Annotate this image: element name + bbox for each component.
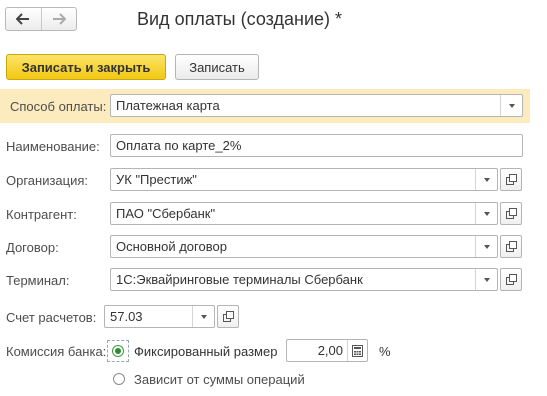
fee-value-field[interactable]: 2,00 [286, 339, 368, 362]
radio-fixed-amount[interactable] [112, 345, 124, 357]
fee-unit: % [379, 344, 391, 359]
open-counterparty-button[interactable] [500, 202, 522, 225]
save-button[interactable]: Записать [175, 54, 259, 80]
organization-value: УК "Престиж" [116, 172, 197, 187]
chevron-down-icon [483, 277, 490, 282]
dropdown-button[interactable] [500, 95, 522, 116]
account-value: 57.03 [110, 309, 143, 324]
chevron-down-icon [508, 103, 515, 108]
open-terminal-button[interactable] [500, 268, 522, 291]
dropdown-button[interactable] [192, 306, 214, 327]
radio-depends-on-amount-label[interactable]: Зависит от суммы операций [134, 372, 305, 387]
forward-button[interactable] [40, 8, 77, 30]
contract-value: Основной договор [116, 239, 227, 254]
contract-label: Договор: [6, 240, 59, 255]
chevron-down-icon [483, 244, 490, 249]
counterparty-select[interactable]: ПАО "Сбербанк" [110, 202, 498, 225]
terminal-label: Терминал: [6, 273, 70, 288]
chevron-down-icon [483, 211, 490, 216]
dropdown-button[interactable] [475, 169, 497, 190]
counterparty-label: Контрагент: [6, 207, 77, 222]
back-button[interactable] [6, 8, 41, 30]
terminal-value: 1С:Эквайринговые терминалы Сбербанк [116, 272, 363, 287]
save-and-close-button[interactable]: Записать и закрыть [6, 54, 166, 80]
name-value: Оплата по карте_2% [116, 138, 242, 153]
account-select[interactable]: 57.03 [104, 305, 215, 328]
payment-method-value: Платежная карта [116, 98, 220, 113]
nav-buttons [5, 7, 77, 31]
page-title: Вид оплаты (создание) * [137, 9, 343, 29]
open-contract-button[interactable] [500, 235, 522, 258]
calculator-button[interactable] [347, 340, 367, 361]
chevron-down-icon [200, 314, 207, 319]
bank-fee-label: Комиссия банка: [6, 344, 107, 359]
open-item-icon [222, 311, 234, 322]
name-field[interactable]: Оплата по карте_2% [110, 134, 523, 157]
chevron-down-icon [483, 177, 490, 182]
arrow-left-icon [16, 13, 30, 25]
calculator-icon [352, 344, 363, 357]
radio-fixed-amount-label[interactable]: Фиксированный размер [134, 344, 277, 359]
terminal-select[interactable]: 1С:Эквайринговые терминалы Сбербанк [110, 268, 498, 291]
open-item-icon [505, 274, 517, 285]
payment-method-label: Способ оплаты: [10, 99, 107, 114]
open-organization-button[interactable] [500, 168, 522, 191]
open-account-button[interactable] [217, 305, 239, 328]
contract-select[interactable]: Основной договор [110, 235, 498, 258]
account-label: Счет расчетов: [6, 310, 97, 325]
payment-method-select[interactable]: Платежная карта [110, 94, 523, 117]
dropdown-button[interactable] [475, 269, 497, 290]
open-item-icon [505, 241, 517, 252]
dropdown-button[interactable] [475, 203, 497, 224]
fee-value: 2,00 [317, 343, 343, 358]
dropdown-button[interactable] [475, 236, 497, 257]
radio-depends-on-amount[interactable] [113, 373, 125, 385]
arrow-right-icon [52, 13, 66, 25]
name-label: Наименование: [6, 139, 100, 154]
open-item-icon [505, 174, 517, 185]
counterparty-value: ПАО "Сбербанк" [116, 206, 216, 221]
organization-label: Организация: [6, 173, 89, 188]
organization-select[interactable]: УК "Престиж" [110, 168, 498, 191]
open-item-icon [505, 208, 517, 219]
